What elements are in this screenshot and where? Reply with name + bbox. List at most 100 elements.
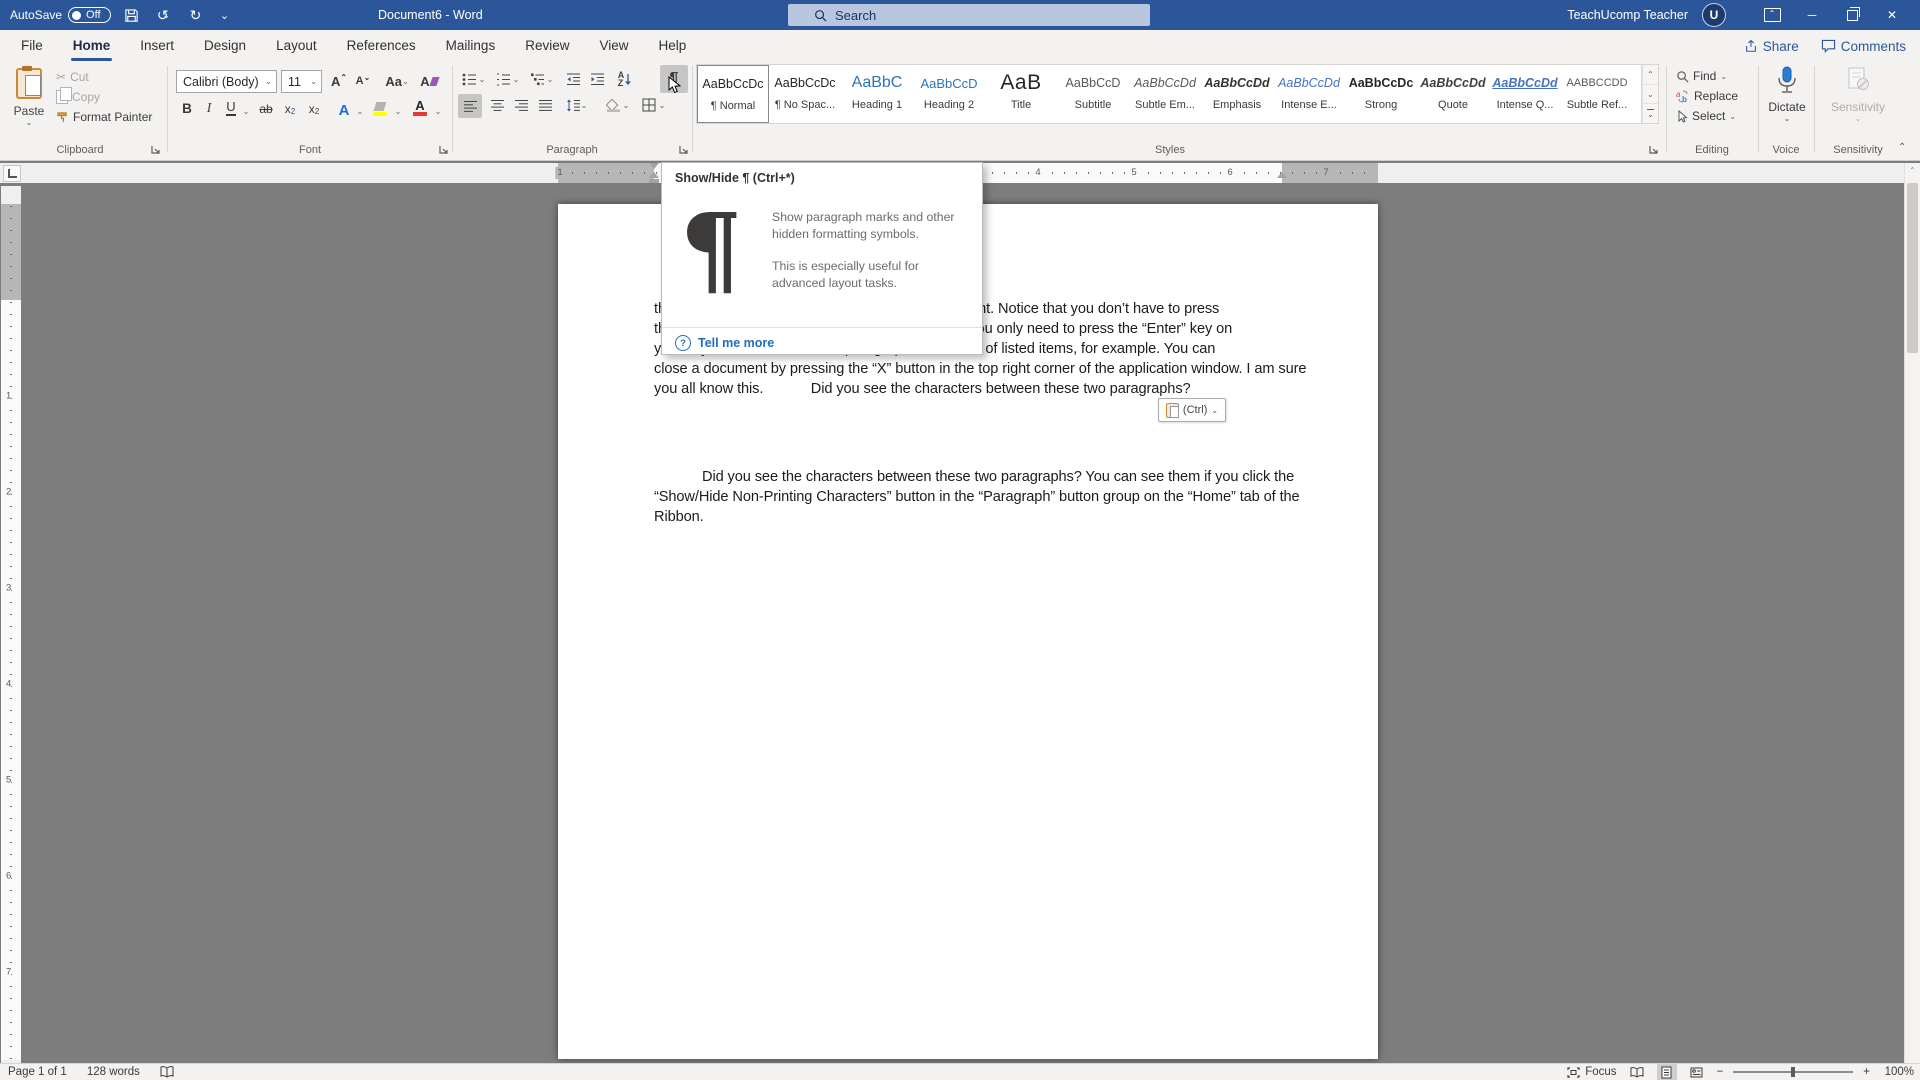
tab-file[interactable]: File [6,30,58,62]
hanging-indent-marker[interactable] [649,172,659,183]
replace-button[interactable]: a b Replace [1676,86,1738,106]
style-heading-2[interactable]: AaBbCcD Heading 2 [913,65,985,123]
tab-design[interactable]: Design [189,30,261,62]
zoom-slider[interactable] [1733,1071,1853,1073]
tab-help[interactable]: Help [644,30,702,62]
paste-button[interactable]: Paste ⌄ [8,66,50,140]
page-indicator[interactable]: Page 1 of 1 [8,1066,67,1078]
style-subtle-reference[interactable]: AABBCCDD Subtle Ref... [1561,65,1633,123]
zoom-level[interactable]: 100% [1880,1066,1914,1078]
tab-view[interactable]: View [584,30,643,62]
zoom-in-button[interactable]: + [1863,1066,1870,1078]
focus-mode-button[interactable]: Focus [1567,1066,1616,1078]
style-subtitle[interactable]: AaBbCcD Subtitle [1057,65,1129,123]
text-effects-dropdown[interactable]: ⌄ [354,96,366,118]
numbering-dropdown[interactable]: ⌄ [510,68,522,90]
multilevel-dropdown[interactable]: ⌄ [544,68,556,90]
comments-button[interactable]: Comments [1821,39,1906,54]
shading-dropdown[interactable]: ⌄ [620,94,632,116]
cut-button[interactable]: ✂ Cut [56,67,89,87]
grow-font-button[interactable]: A⌃ [328,70,350,92]
italic-button[interactable]: I [200,96,218,118]
copy-button[interactable]: Copy [56,87,100,107]
sort-button[interactable]: AZ [612,68,638,90]
font-name-combo[interactable]: Calibri (Body) ⌄ [176,70,277,93]
customize-quick-access-button[interactable]: ⌄ [217,2,239,28]
share-button[interactable]: Share [1744,39,1799,54]
tab-layout[interactable]: Layout [261,30,332,62]
select-button[interactable]: Select ⌄ [1676,106,1736,126]
tab-review[interactable]: Review [510,30,584,62]
styles-dialog-launcher[interactable] [1648,144,1660,156]
ribbon-display-options-button[interactable]: ⌃ [1752,0,1792,30]
scroll-up-arrow[interactable]: ⌃ [1905,163,1920,177]
bullets-dropdown[interactable]: ⌄ [476,68,488,90]
shrink-font-button[interactable]: A⌄ [352,70,374,92]
clear-formatting-button[interactable]: A [418,70,440,92]
tab-stop-selector[interactable] [3,165,21,182]
undo-button[interactable]: ↺ ⌄ [153,2,175,28]
style-emphasis[interactable]: AaBbCcDd Emphasis [1201,65,1273,123]
subscript-button[interactable]: x2 [280,96,300,118]
right-indent-marker[interactable] [1277,172,1287,178]
close-button[interactable]: ✕ [1872,0,1912,30]
tab-references[interactable]: References [332,30,431,62]
align-center-button[interactable] [486,94,508,116]
text-effects-button[interactable]: A [334,96,354,118]
proofing-book-icon[interactable] [160,1066,174,1078]
collapse-ribbon-button[interactable]: ⌃ [1898,142,1906,153]
strikethrough-button[interactable]: ab [256,96,276,118]
zoom-out-button[interactable]: − [1717,1066,1724,1078]
highlight-dropdown[interactable]: ⌄ [392,96,404,118]
increase-indent-button[interactable] [586,68,608,90]
font-color-button[interactable]: A [410,96,430,118]
tab-home[interactable]: Home [58,30,126,62]
superscript-button[interactable]: x2 [304,96,324,118]
vertical-scrollbar[interactable]: ⌃ [1904,163,1920,1063]
style-strong[interactable]: AaBbCcDc Strong [1345,65,1417,123]
font-size-combo[interactable]: 11 ⌄ [281,70,322,93]
avatar[interactable]: U [1702,3,1726,27]
tab-mailings[interactable]: Mailings [431,30,511,62]
style-intense-quote[interactable]: AaBbCcDd Intense Q... [1489,65,1561,123]
find-button[interactable]: Find ⌄ [1676,66,1727,86]
highlight-button[interactable] [370,96,390,118]
style-quote[interactable]: AaBbCcDd Quote [1417,65,1489,123]
line-spacing-dropdown[interactable]: ⌄ [578,94,590,116]
style-no-spacing[interactable]: AaBbCcDc ¶ No Spac... [769,65,841,123]
read-mode-button[interactable] [1627,1064,1647,1080]
autosave-toggle[interactable]: AutoSave Off [10,7,111,23]
gallery-scroll-up-button[interactable]: ⌃ [1643,65,1658,85]
style-normal[interactable]: AaBbCcDc ¶ Normal [697,65,769,123]
style-intense-emphasis[interactable]: AaBbCcDd Intense E... [1273,65,1345,123]
account-user-name[interactable]: TeachUcomp Teacher [1567,8,1688,22]
change-case-button[interactable]: Aa ⌄ [382,70,412,92]
gallery-scroll-down-button[interactable]: ⌄ [1643,85,1658,105]
align-right-button[interactable] [510,94,532,116]
underline-dropdown[interactable]: ⌄ [240,96,252,118]
style-subtle-emphasis[interactable]: AaBbCcDd Subtle Em... [1129,65,1201,123]
redo-button[interactable]: ↻ [185,2,207,28]
font-color-dropdown[interactable]: ⌄ [432,96,444,118]
save-button[interactable] [121,2,143,28]
tab-insert[interactable]: Insert [125,30,189,62]
dictate-button[interactable]: Dictate ⌄ [1760,66,1814,123]
zoom-slider-thumb[interactable] [1791,1067,1795,1077]
style-heading-1[interactable]: AaBbC Heading 1 [841,65,913,123]
align-left-button[interactable] [458,94,482,118]
word-count[interactable]: 128 words [87,1066,140,1078]
autosave-pill[interactable]: Off [68,7,110,23]
underline-button[interactable]: U [222,96,240,118]
sensitivity-button[interactable]: Sensitivity ⌄ [1822,66,1894,123]
bold-button[interactable]: B [178,96,196,118]
minimize-button[interactable]: ─ [1792,0,1832,30]
borders-dropdown[interactable]: ⌄ [656,94,668,116]
gallery-more-button[interactable]: ⌄ [1643,104,1658,123]
font-dialog-launcher[interactable] [438,144,450,156]
restore-button[interactable] [1832,0,1872,30]
style-title[interactable]: AaB Title [985,65,1057,123]
first-line-indent-marker[interactable] [649,163,659,169]
search-input[interactable]: Search [788,4,1150,26]
print-layout-button[interactable] [1657,1064,1677,1080]
tell-me-more-link[interactable]: ? Tell me more [675,335,774,351]
